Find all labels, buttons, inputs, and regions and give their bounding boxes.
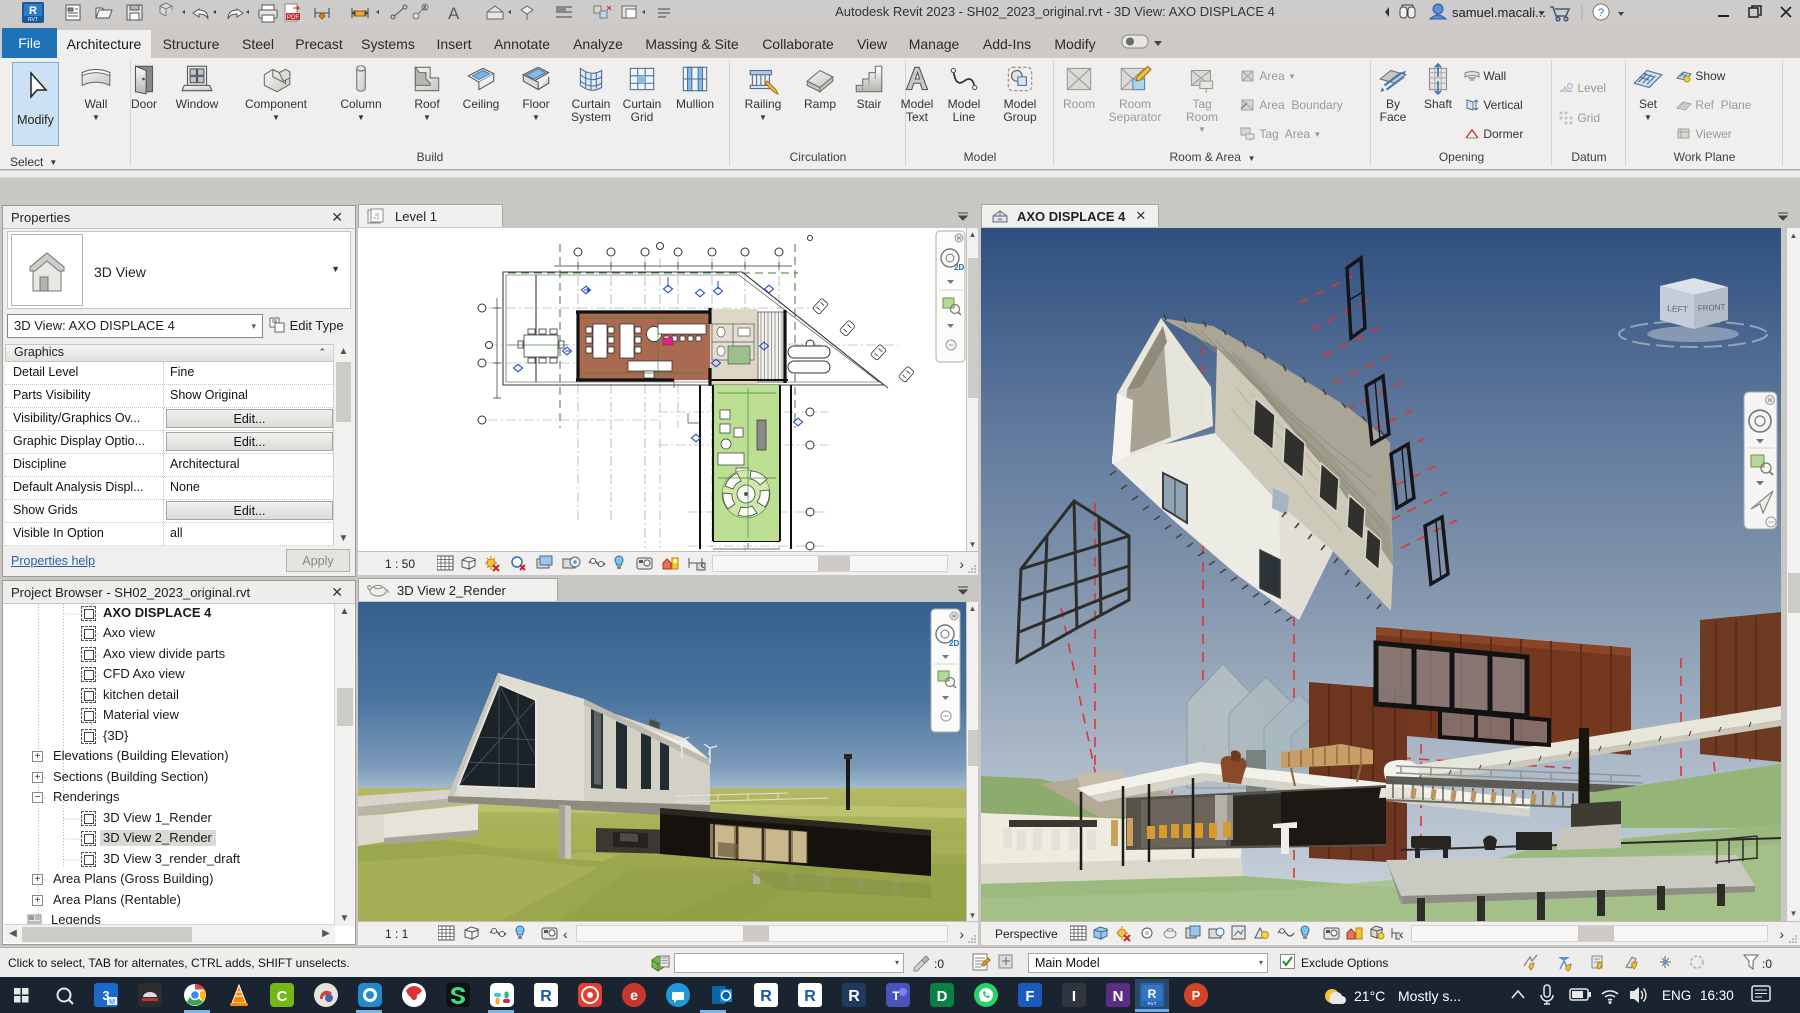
svg-text:FRONT: FRONT bbox=[1698, 303, 1726, 313]
svg-text:e: e bbox=[630, 987, 638, 1003]
svg-text:16:30: 16:30 bbox=[1700, 988, 1734, 1003]
svg-text:N: N bbox=[1113, 988, 1124, 1005]
svg-text:RVT: RVT bbox=[1148, 1001, 1157, 1006]
svg-text:P: P bbox=[1192, 988, 1201, 1003]
svg-text:R: R bbox=[1148, 987, 1157, 1001]
svg-text:R: R bbox=[804, 988, 816, 1005]
svg-text:RVT: RVT bbox=[28, 17, 38, 23]
svg-text:21°C: 21°C bbox=[1354, 988, 1385, 1004]
svg-text:Mostly s...: Mostly s... bbox=[1398, 988, 1461, 1004]
svg-text:M: M bbox=[109, 999, 115, 1006]
svg-text:R: R bbox=[848, 988, 860, 1005]
svg-text:2D: 2D bbox=[949, 639, 959, 648]
svg-text::0: :0 bbox=[934, 957, 944, 971]
svg-text:I: I bbox=[1072, 988, 1076, 1005]
svg-text:D: D bbox=[937, 988, 948, 1005]
svg-text:R: R bbox=[29, 5, 37, 17]
svg-text:PDF: PDF bbox=[287, 15, 299, 21]
svg-text:F: F bbox=[1025, 988, 1034, 1005]
svg-text:R: R bbox=[760, 988, 772, 1005]
svg-text:LEFT: LEFT bbox=[1667, 303, 1688, 314]
svg-text:C: C bbox=[277, 988, 288, 1005]
svg-text:R: R bbox=[540, 988, 552, 1005]
svg-text:2D: 2D bbox=[954, 263, 964, 272]
svg-text:ENG: ENG bbox=[1662, 988, 1691, 1003]
svg-text::0: :0 bbox=[1762, 957, 1772, 971]
